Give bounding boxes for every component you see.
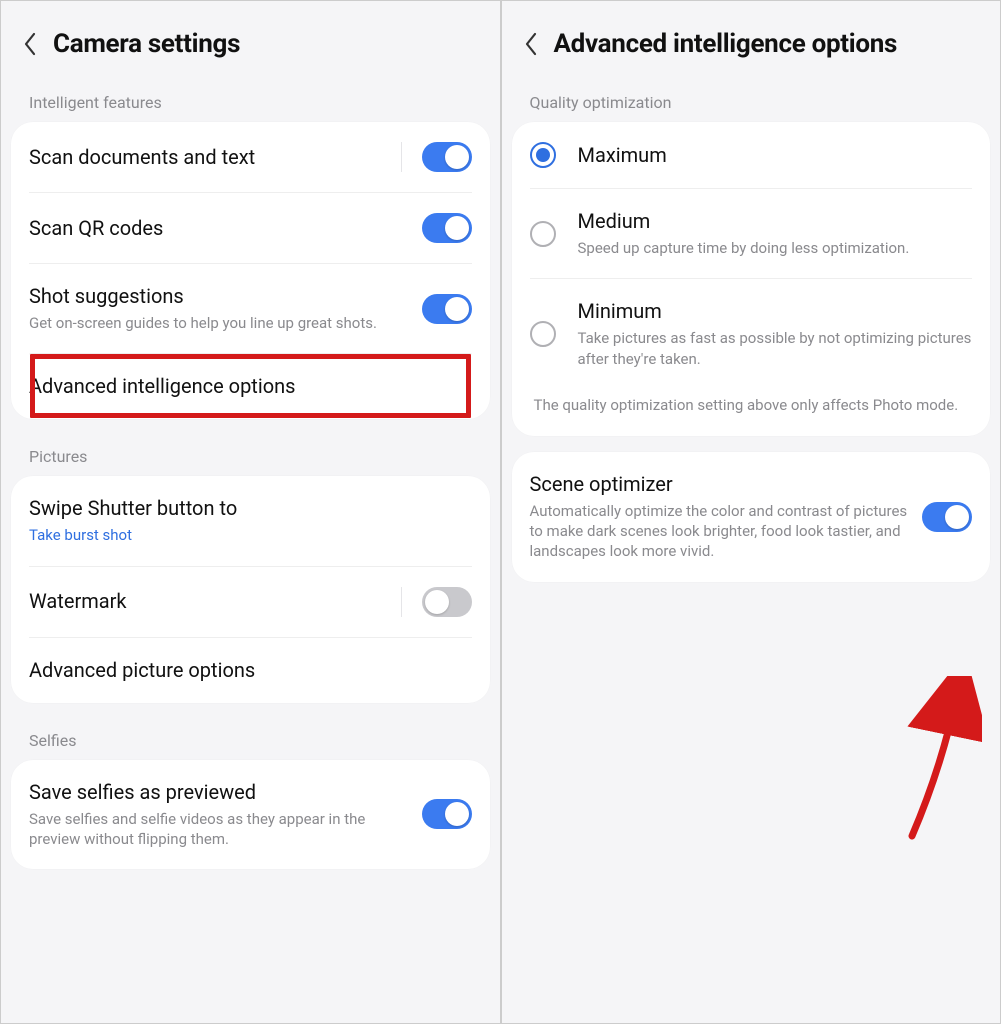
row-title: Advanced intelligence options (29, 374, 472, 399)
back-icon[interactable] (524, 32, 538, 56)
selfies-card: Save selfies as previewed Save selfies a… (11, 760, 490, 870)
row-advanced-picture-options[interactable]: Advanced picture options (29, 637, 472, 703)
row-title: Watermark (29, 589, 387, 614)
row-subtitle: Get on-screen guides to help you line up… (29, 313, 408, 333)
quality-note: The quality optimization setting above o… (530, 389, 973, 436)
row-title: Maximum (578, 143, 973, 168)
row-scan-qr[interactable]: Scan QR codes (29, 192, 472, 263)
divider (401, 587, 402, 617)
row-advanced-intelligence-options[interactable]: Advanced intelligence options (29, 353, 472, 419)
camera-settings-screen: Camera settings Intelligent features Sca… (1, 1, 500, 1023)
row-scene-optimizer[interactable]: Scene optimizer Automatically optimize t… (530, 452, 973, 582)
section-label-pictures: Pictures (1, 435, 500, 476)
row-title: Scan documents and text (29, 145, 387, 170)
row-subtitle: Automatically optimize the color and con… (530, 501, 909, 562)
row-shot-suggestions[interactable]: Shot suggestions Get on-screen guides to… (29, 263, 472, 353)
section-label-intelligent: Intelligent features (1, 81, 500, 122)
row-watermark[interactable]: Watermark (29, 566, 472, 637)
row-subtitle: Take burst shot (29, 525, 472, 545)
row-scan-documents[interactable]: Scan documents and text (29, 122, 472, 192)
page-title: Camera settings (53, 29, 240, 59)
toggle-watermark[interactable] (422, 587, 472, 617)
pictures-card: Swipe Shutter button to Take burst shot … (11, 476, 490, 702)
radio-row-minimum[interactable]: Minimum Take pictures as fast as possibl… (530, 278, 973, 389)
quality-card: Maximum Medium Speed up capture time by … (512, 122, 991, 436)
row-swipe-shutter[interactable]: Swipe Shutter button to Take burst shot (29, 476, 472, 565)
header: Advanced intelligence options (502, 1, 1001, 81)
toggle-shot-suggestions[interactable] (422, 294, 472, 324)
scene-card: Scene optimizer Automatically optimize t… (512, 452, 991, 582)
radio-row-medium[interactable]: Medium Speed up capture time by doing le… (530, 188, 973, 278)
radio-minimum[interactable] (530, 321, 556, 347)
radio-medium[interactable] (530, 221, 556, 247)
row-title: Scene optimizer (530, 472, 909, 497)
toggle-scene-optimizer[interactable] (922, 502, 972, 532)
radio-maximum[interactable] (530, 142, 556, 168)
section-label-quality: Quality optimization (502, 81, 1001, 122)
row-subtitle: Save selfies and selfie videos as they a… (29, 809, 408, 850)
row-title: Advanced picture options (29, 658, 472, 683)
intelligent-features-card: Scan documents and text Scan QR codes Sh… (11, 122, 490, 419)
section-label-selfies: Selfies (1, 719, 500, 760)
back-icon[interactable] (23, 32, 37, 56)
row-save-selfies-previewed[interactable]: Save selfies as previewed Save selfies a… (29, 760, 472, 870)
annotation-arrow-icon (872, 676, 982, 850)
toggle-scan-documents[interactable] (422, 142, 472, 172)
divider (401, 142, 402, 172)
header: Camera settings (1, 1, 500, 81)
row-subtitle: Speed up capture time by doing less opti… (578, 238, 973, 258)
row-title: Scan QR codes (29, 216, 408, 241)
toggle-scan-qr[interactable] (422, 213, 472, 243)
row-title: Minimum (578, 299, 973, 324)
row-title: Shot suggestions (29, 284, 408, 309)
radio-row-maximum[interactable]: Maximum (530, 122, 973, 188)
row-title: Medium (578, 209, 973, 234)
advanced-intelligence-screen: Advanced intelligence options Quality op… (500, 1, 1001, 1023)
row-title: Save selfies as previewed (29, 780, 408, 805)
toggle-save-selfies-previewed[interactable] (422, 799, 472, 829)
row-title: Swipe Shutter button to (29, 496, 472, 521)
page-title: Advanced intelligence options (554, 29, 898, 59)
row-subtitle: Take pictures as fast as possible by not… (578, 328, 973, 369)
